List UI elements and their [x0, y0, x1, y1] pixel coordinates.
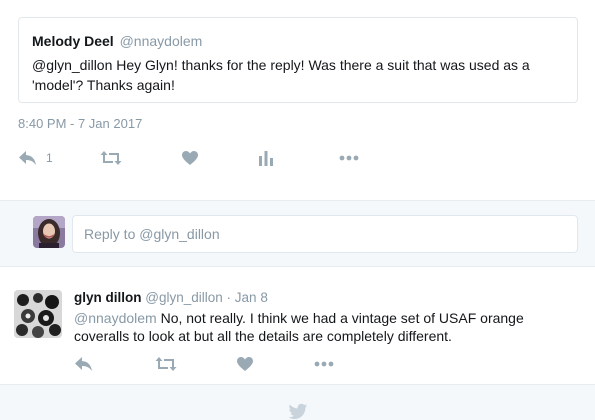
header-separator: · [226, 290, 232, 305]
more-icon [314, 361, 334, 367]
reply-tweet-more-button[interactable] [314, 354, 334, 374]
quoted-author-handle[interactable]: @nnaydolem [120, 33, 203, 49]
tweet-action-bar: 1 [0, 146, 595, 170]
quoted-tweet-card[interactable]: Melody Deel @nnaydolem @glyn_dillon Hey … [18, 17, 578, 103]
reply-author-avatar[interactable] [14, 290, 62, 338]
reply-icon [74, 356, 94, 372]
reply-tweet-action-bar [0, 354, 595, 374]
retweet-icon [100, 150, 122, 166]
retweet-icon [155, 356, 177, 372]
analytics-button[interactable] [259, 146, 273, 170]
quoted-tweet-header: Melody Deel @nnaydolem [32, 32, 577, 50]
reply-author-handle[interactable]: @glyn_dillon [145, 290, 223, 305]
reply-input[interactable] [73, 216, 577, 252]
reply-tweet-header: glyn dillon @glyn_dillon · Jan 8 [74, 289, 589, 307]
like-icon [236, 356, 254, 372]
reply-tweet-like-button[interactable] [236, 354, 254, 374]
tweet-timestamp[interactable]: 8:40 PM - 7 Jan 2017 [18, 116, 142, 131]
more-button[interactable] [339, 146, 359, 170]
like-button[interactable] [181, 146, 199, 170]
conversation-footer [0, 384, 595, 420]
quoted-tweet-text: @glyn_dillon Hey Glyn! thanks for the re… [32, 57, 530, 93]
retweet-button[interactable] [100, 146, 122, 170]
reply-button[interactable]: 1 [18, 146, 53, 170]
reply-icon [18, 150, 38, 166]
reply-composer [0, 200, 595, 267]
reply-tweet-retweet-button[interactable] [155, 354, 177, 374]
reply-tweet-body: glyn dillon @glyn_dillon · Jan 8 @nnaydo… [74, 289, 589, 345]
reply-tweet-reply-button[interactable] [74, 354, 94, 374]
analytics-icon [259, 150, 273, 166]
reply-input-box[interactable] [72, 215, 578, 253]
reply-author-name[interactable]: glyn dillon [74, 290, 142, 305]
quoted-author-name[interactable]: Melody Deel [32, 33, 114, 49]
more-icon [339, 155, 359, 161]
reply-count: 1 [46, 151, 53, 165]
reply-tweet[interactable]: glyn dillon @glyn_dillon · Jan 8 @nnaydo… [0, 278, 595, 384]
like-icon [181, 150, 199, 166]
user-avatar [33, 216, 65, 248]
reply-tweet-date[interactable]: Jan 8 [235, 290, 268, 305]
mention-link[interactable]: @nnaydolem [74, 310, 157, 326]
twitter-bird-icon [288, 403, 308, 420]
reply-tweet-text: @nnaydolem No, not really. I think we ha… [74, 309, 544, 345]
